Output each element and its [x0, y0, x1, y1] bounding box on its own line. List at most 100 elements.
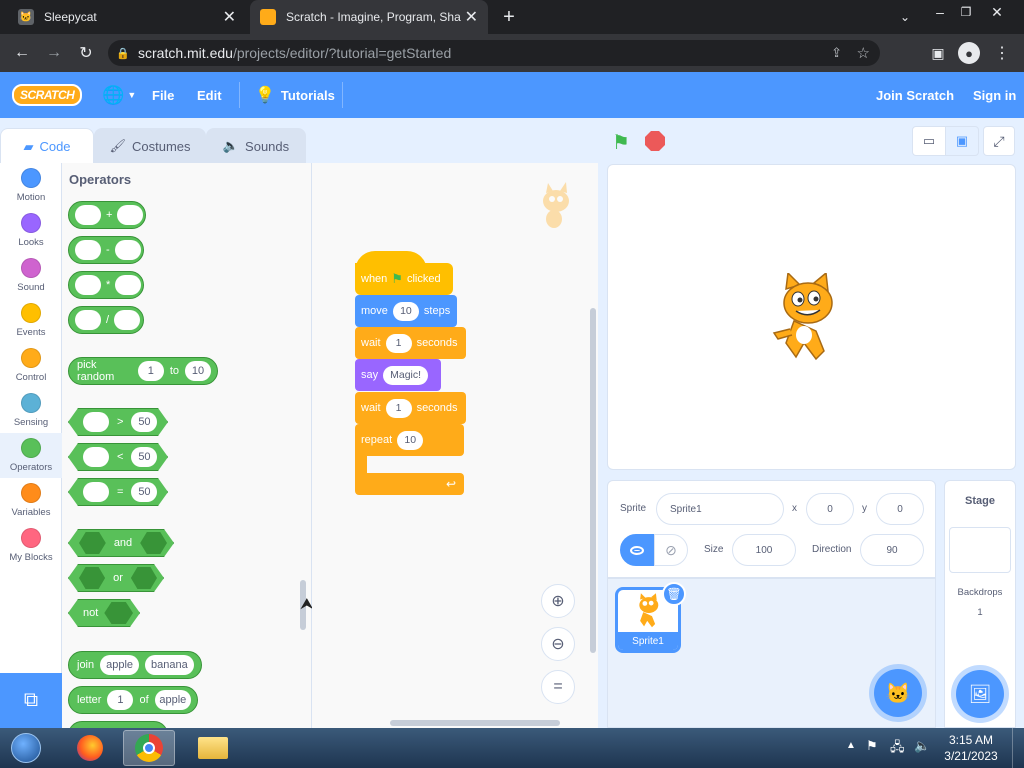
- input-slot[interactable]: 1: [385, 398, 412, 418]
- category-sensing[interactable]: Sensing: [0, 388, 62, 433]
- wait-seconds-block[interactable]: wait 1 seconds: [355, 392, 466, 424]
- input-slot[interactable]: apple: [100, 655, 140, 675]
- zoom-out-button[interactable]: ⊖: [541, 627, 575, 661]
- equals-block[interactable]: = 50: [68, 478, 168, 506]
- input-slot[interactable]: 1: [137, 361, 164, 381]
- choose-sprite-button[interactable]: 🐱: [874, 669, 922, 717]
- scratch-logo[interactable]: SCRATCH: [12, 72, 83, 118]
- stage-thumbnail[interactable]: [949, 527, 1011, 573]
- menu-tutorials[interactable]: 💡 Tutorials: [255, 72, 335, 118]
- input-slot[interactable]: 10: [397, 430, 424, 450]
- size-input[interactable]: 100: [732, 534, 796, 566]
- category-motion[interactable]: Motion: [0, 163, 62, 208]
- show-desktop-button[interactable]: [1012, 728, 1024, 768]
- share-icon[interactable]: ⇪: [831, 45, 842, 61]
- input-slot[interactable]: [114, 240, 141, 260]
- subtract-block[interactable]: -: [68, 236, 144, 264]
- divide-block[interactable]: /: [68, 306, 144, 334]
- script-workspace[interactable]: when ⚑ clicked move 10 steps wait 1 seconds …: [312, 163, 598, 728]
- tab-search-icon[interactable]: ⌄: [893, 5, 917, 29]
- letter-of-block[interactable]: letter 1 of apple: [68, 686, 198, 714]
- browser-tab-sleepycat[interactable]: 🐱 Sleepycat ✕: [8, 0, 246, 34]
- input-slot[interactable]: banana: [145, 655, 194, 675]
- taskbar-firefox[interactable]: [64, 730, 116, 766]
- delete-sprite-button[interactable]: 🗑: [662, 582, 686, 606]
- more-menu-icon[interactable]: ⋮: [990, 41, 1014, 65]
- close-window-icon[interactable]: ✕: [985, 0, 1009, 24]
- and-block[interactable]: and: [68, 529, 174, 557]
- pick-random-block[interactable]: pick random 1 to 10: [68, 357, 218, 385]
- input-slot[interactable]: [117, 205, 144, 225]
- input-slot[interactable]: [75, 310, 101, 330]
- close-tab-icon[interactable]: ✕: [465, 7, 478, 27]
- greater-than-block[interactable]: >50: [68, 408, 168, 436]
- boolean-slot[interactable]: [140, 532, 167, 554]
- language-globe-icon[interactable]: 🌐 ▼: [102, 72, 136, 118]
- side-panel-icon[interactable]: ▣: [926, 41, 950, 65]
- zoom-in-button[interactable]: ⊕: [541, 584, 575, 618]
- or-block[interactable]: or: [68, 564, 164, 592]
- input-slot[interactable]: 1: [107, 690, 134, 710]
- move-steps-block[interactable]: move 10 steps: [355, 295, 457, 327]
- system-clock[interactable]: 3:15 AM 3/21/2023: [940, 732, 1002, 764]
- action-center-icon[interactable]: ⚑: [866, 738, 878, 754]
- taskbar-chrome[interactable]: [123, 730, 175, 766]
- tab-sounds[interactable]: 🔈 Sounds: [206, 128, 306, 164]
- workspace-v-scrollbar[interactable]: [590, 308, 596, 653]
- category-variables[interactable]: Variables: [0, 478, 62, 523]
- minimize-icon[interactable]: –: [928, 0, 952, 24]
- back-icon[interactable]: ←: [10, 41, 34, 65]
- tab-costumes[interactable]: 🖌 Costumes: [94, 128, 206, 164]
- category-sound[interactable]: Sound: [0, 253, 62, 298]
- reload-icon[interactable]: ↻: [74, 41, 98, 65]
- input-slot[interactable]: [115, 275, 142, 295]
- restore-icon[interactable]: ❐: [954, 0, 978, 24]
- fullscreen-button[interactable]: ⤢: [983, 126, 1015, 156]
- join-scratch-link[interactable]: Join Scratch: [876, 72, 954, 118]
- input-slot[interactable]: 50: [131, 447, 157, 467]
- input-slot[interactable]: Magic!: [383, 365, 429, 385]
- input-slot[interactable]: 10: [185, 361, 211, 381]
- tab-code[interactable]: ▰ Code: [0, 128, 94, 164]
- input-slot[interactable]: [83, 482, 109, 502]
- x-input[interactable]: 0: [806, 493, 854, 525]
- input-slot[interactable]: [75, 240, 101, 260]
- input-slot[interactable]: 10: [392, 301, 419, 321]
- large-stage-button[interactable]: ▣: [945, 126, 979, 156]
- volume-icon[interactable]: 🔈: [914, 738, 930, 754]
- boolean-slot[interactable]: [104, 602, 133, 624]
- show-hidden-icons[interactable]: ▲: [846, 740, 856, 751]
- input-slot[interactable]: [83, 412, 109, 432]
- add-block[interactable]: +: [68, 201, 146, 229]
- input-slot[interactable]: [75, 275, 101, 295]
- say-block[interactable]: say Magic!: [355, 359, 441, 391]
- show-sprite-button[interactable]: [620, 534, 654, 566]
- menu-file[interactable]: File: [152, 72, 174, 118]
- category-operators[interactable]: Operators: [0, 433, 62, 478]
- multiply-block[interactable]: *: [68, 271, 144, 299]
- workspace-h-scrollbar[interactable]: [390, 720, 560, 726]
- choose-backdrop-button[interactable]: 🖼: [956, 670, 1004, 718]
- zoom-reset-button[interactable]: =: [541, 670, 575, 704]
- boolean-slot[interactable]: [79, 532, 106, 554]
- boolean-slot[interactable]: [131, 567, 157, 589]
- boolean-slot[interactable]: [79, 567, 105, 589]
- when-flag-clicked-block[interactable]: when ⚑ clicked: [355, 263, 453, 295]
- direction-input[interactable]: 90: [860, 534, 924, 566]
- small-stage-button[interactable]: ▭: [912, 126, 946, 156]
- stage-target-panel[interactable]: Stage Backdrops 1 🖼: [944, 480, 1016, 728]
- category-events[interactable]: Events: [0, 298, 62, 343]
- input-slot[interactable]: [75, 205, 101, 225]
- category-my-blocks[interactable]: My Blocks: [0, 523, 62, 568]
- start-button[interactable]: [6, 730, 46, 766]
- profile-avatar-icon[interactable]: ●: [958, 42, 980, 64]
- stop-button[interactable]: [645, 131, 665, 151]
- repeat-block[interactable]: repeat 10: [355, 424, 464, 456]
- sign-in-link[interactable]: Sign in: [973, 72, 1016, 118]
- category-looks[interactable]: Looks: [0, 208, 62, 253]
- input-slot[interactable]: 50: [131, 482, 157, 502]
- new-tab-icon[interactable]: +: [497, 5, 521, 29]
- input-slot[interactable]: 50: [131, 412, 157, 432]
- join-block[interactable]: join apple banana: [68, 651, 202, 679]
- wait-seconds-block[interactable]: wait 1 seconds: [355, 327, 466, 359]
